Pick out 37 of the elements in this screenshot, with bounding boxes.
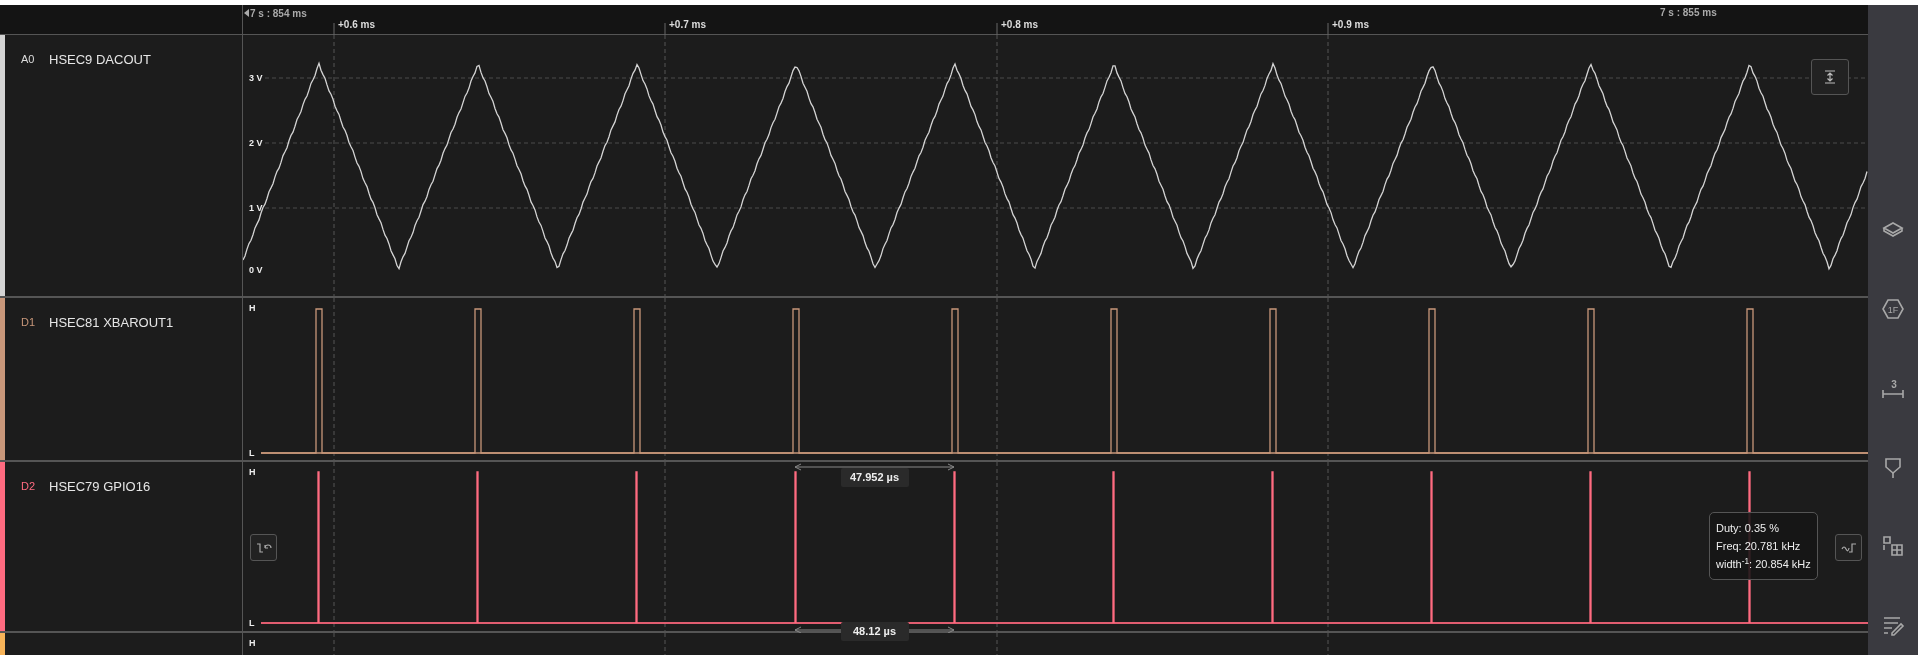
edge-button[interactable] xyxy=(250,534,277,561)
tooltip-text: width$^{-1}$: 20.854 kHz xyxy=(1716,555,1811,572)
edge-button[interactable] xyxy=(1835,534,1862,561)
time-label: 7 s : 854 ms xyxy=(250,7,307,21)
level-label: H xyxy=(249,637,256,650)
axis-label: 2 V xyxy=(249,137,263,150)
time-marker-label: +0.7 ms xyxy=(669,18,706,32)
axis-label: 1 V xyxy=(249,202,263,215)
channel-name[interactable]: HSEC9 DACOUT xyxy=(49,50,151,66)
level-label: H xyxy=(249,302,256,315)
fit-icon xyxy=(1824,70,1836,84)
tooltip-text: Freq: 20.781 kHz xyxy=(1716,539,1802,554)
measurement-label: 48.12 µs xyxy=(840,622,909,641)
axis-label: 0 V xyxy=(249,264,263,277)
measurement-label: 47.952 µs xyxy=(840,468,909,487)
left-arrow-icon[interactable] xyxy=(244,9,249,17)
channel-id: A0 xyxy=(21,52,36,65)
time-label: 7 s : 855 ms xyxy=(1660,6,1717,20)
hexagon-icon[interactable]: 1F xyxy=(1881,297,1905,321)
channel-name[interactable]: HSEC81 XBAROUT1 xyxy=(49,313,174,329)
icon-text: 3 xyxy=(1891,379,1897,390)
fit-button[interactable] xyxy=(1811,59,1849,95)
time-marker-label: +0.6 ms xyxy=(338,18,375,32)
grid-icon[interactable] xyxy=(1881,534,1905,558)
icon-text: 1F xyxy=(1887,305,1899,315)
channel-name[interactable]: HSEC79 GPIO16 xyxy=(49,477,151,493)
time-marker-label: +0.9 ms xyxy=(1332,18,1369,32)
axis-label: 3 V xyxy=(249,72,263,85)
falling-edge-icon xyxy=(255,541,272,554)
channel-id: D2 xyxy=(21,479,37,492)
tooltip-text: Duty: 0.35 % xyxy=(1716,521,1780,536)
channel-id: D1 xyxy=(21,315,37,328)
level-label: L xyxy=(249,617,255,630)
rising-edge-icon xyxy=(1840,541,1857,554)
level-label: L xyxy=(249,447,255,460)
level-label: H xyxy=(249,466,256,479)
time-marker-label: +0.8 ms xyxy=(1001,18,1038,32)
